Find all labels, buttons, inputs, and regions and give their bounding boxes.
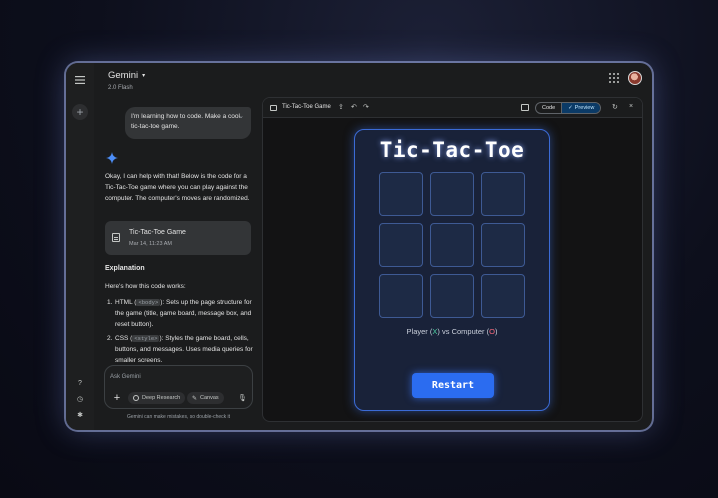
game-title: Tic-Tac-Toe: [379, 138, 525, 162]
add-button[interactable]: +: [110, 391, 124, 405]
settings-icon[interactable]: ✱: [74, 408, 86, 422]
board-cell[interactable]: [379, 223, 423, 267]
card-title: Tic-Tac-Toe Game: [129, 229, 186, 236]
game-board: [379, 172, 525, 318]
new-chat-button[interactable]: +: [72, 104, 88, 120]
code-tab[interactable]: Code: [536, 103, 561, 113]
board-cell[interactable]: [379, 274, 423, 318]
game-status: Player (X) vs Computer (O): [406, 327, 498, 336]
globe-icon: [133, 395, 139, 401]
model-version: 2.0 Flash: [108, 85, 133, 91]
mic-icon[interactable]: 🎙︎: [238, 394, 247, 402]
canvas-button[interactable]: ✎ Canvas: [187, 392, 224, 404]
plus-icon: +: [113, 392, 121, 404]
disclaimer: Gemini can make mistakes, so double-chec…: [126, 414, 231, 420]
board-cell[interactable]: [481, 274, 525, 318]
apps-icon[interactable]: [609, 73, 619, 83]
check-icon: ✓: [568, 105, 573, 111]
code-preview-toggle[interactable]: Code ✓ Preview: [535, 102, 602, 114]
redo-icon[interactable]: ↷: [363, 103, 369, 111]
game-container: Tic-Tac-Toe Player (X) vs Computer (O) R…: [354, 129, 550, 411]
layout-icon[interactable]: [521, 104, 529, 111]
model-name: Gemini: [108, 70, 139, 81]
plus-icon: +: [76, 105, 84, 119]
canvas-title: Tic-Tac-Toe Game: [282, 104, 331, 110]
prompt-input[interactable]: Ask Gemini + Deep Research ✎ Canvas 🎙︎: [104, 365, 253, 409]
code-snippet: <style>: [132, 335, 160, 342]
board-cell[interactable]: [430, 172, 474, 216]
canvas-card[interactable]: Tic-Tac-Toe Game Mar 14, 11:23 AM: [105, 221, 251, 255]
menu-icon[interactable]: [73, 73, 87, 87]
board-cell[interactable]: [379, 172, 423, 216]
preview-tab[interactable]: ✓ Preview: [561, 103, 601, 113]
user-message-text: I'm learning how to code. Make a cool ti…: [131, 113, 240, 130]
history-icon[interactable]: ◷: [74, 392, 86, 406]
document-icon: [270, 105, 277, 111]
list-item: 1. HTML (<body>): Sets up the page struc…: [107, 299, 252, 328]
restart-button[interactable]: Restart: [412, 373, 494, 398]
help-icon[interactable]: ?: [74, 376, 86, 390]
left-rail: + ? ◷ ✱: [66, 63, 94, 430]
list-item: 2. CSS (<style>): Styles the game board,…: [107, 335, 253, 364]
model-selector[interactable]: Gemini ▾ 2.0 Flash: [108, 70, 145, 91]
deep-research-button[interactable]: Deep Research: [128, 392, 186, 404]
prompt-placeholder: Ask Gemini: [110, 374, 141, 380]
explanation-heading: Explanation: [105, 265, 145, 272]
user-message: I'm learning how to code. Make a cool ti…: [125, 107, 251, 139]
document-icon: [112, 233, 120, 242]
gemini-window: + ? ◷ ✱ Gemini ▾ 2.0 Flash I'm learning …: [66, 63, 652, 430]
response-text: Okay, I can help with that! Below is the…: [105, 173, 250, 202]
code-snippet: <body>: [136, 299, 161, 306]
board-cell[interactable]: [430, 223, 474, 267]
canvas-icon: ✎: [192, 395, 198, 402]
refresh-icon[interactable]: ↻: [612, 103, 618, 111]
chevron-down-icon[interactable]: ⌄: [238, 112, 244, 122]
canvas-toolbar: Tic-Tac-Toe Game ⇪ ↶ ↷ Code ✓ Preview ↻ …: [263, 98, 642, 118]
undo-icon[interactable]: ↶: [351, 103, 357, 111]
explanation-list: 1. HTML (<body>): Sets up the page struc…: [105, 297, 253, 369]
share-icon[interactable]: ⇪: [338, 103, 344, 111]
card-date: Mar 14, 11:23 AM: [129, 241, 173, 247]
chevron-down-icon: ▾: [142, 73, 146, 79]
board-cell[interactable]: [481, 172, 525, 216]
avatar[interactable]: [628, 71, 642, 85]
board-cell[interactable]: [430, 274, 474, 318]
close-icon[interactable]: ×: [629, 103, 633, 110]
gemini-spark-icon: [106, 152, 118, 164]
canvas-panel: Tic-Tac-Toe Game ⇪ ↶ ↷ Code ✓ Preview ↻ …: [262, 97, 643, 422]
board-cell[interactable]: [481, 223, 525, 267]
explanation-intro: Here's how this code works:: [105, 283, 186, 290]
